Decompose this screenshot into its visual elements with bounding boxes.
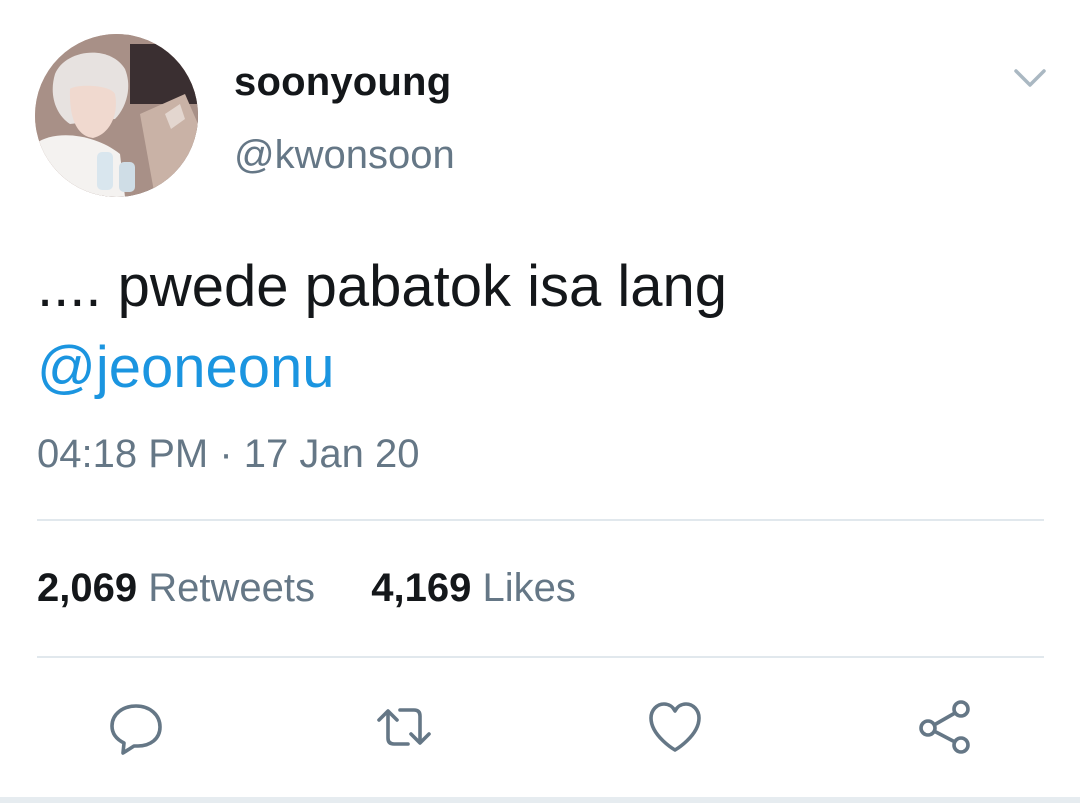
engagement-stats: 2,069 Retweets 4,169 Likes [37, 566, 576, 611]
tweet-text: .... pwede pabatok isa lang [37, 254, 728, 319]
mention-link[interactable]: @jeoneonu [37, 333, 335, 403]
chevron-down-icon[interactable] [1012, 62, 1048, 92]
divider [37, 519, 1044, 521]
reply-icon [110, 704, 162, 755]
share-button[interactable] [915, 697, 975, 757]
author-display-name[interactable]: soonyoung [234, 60, 451, 105]
likes-stat[interactable]: 4,169 Likes [360, 566, 576, 610]
divider [37, 656, 1044, 658]
tweet-detail: soonyoung @kwonsoon .... pwede pabatok i… [0, 0, 1080, 803]
like-button[interactable] [645, 697, 705, 757]
likes-label: Likes [482, 566, 576, 610]
retweets-count: 2,069 [37, 566, 138, 610]
like-heart-icon [649, 702, 701, 752]
reply-button[interactable] [106, 697, 166, 757]
likes-count: 4,169 [371, 566, 472, 610]
avatar[interactable] [35, 34, 198, 197]
retweets-stat[interactable]: 2,069 Retweets [37, 566, 326, 610]
retweets-label: Retweets [148, 566, 315, 610]
tweet-timestamp[interactable]: 04:18 PM · 17 Jan 20 [37, 432, 419, 477]
retweet-icon [377, 708, 431, 746]
author-handle[interactable]: @kwonsoon [234, 133, 455, 178]
retweet-button[interactable] [374, 697, 434, 757]
share-icon [919, 700, 970, 754]
bottom-border [0, 797, 1080, 803]
action-bar [0, 697, 1080, 757]
avatar-photo [35, 34, 198, 197]
